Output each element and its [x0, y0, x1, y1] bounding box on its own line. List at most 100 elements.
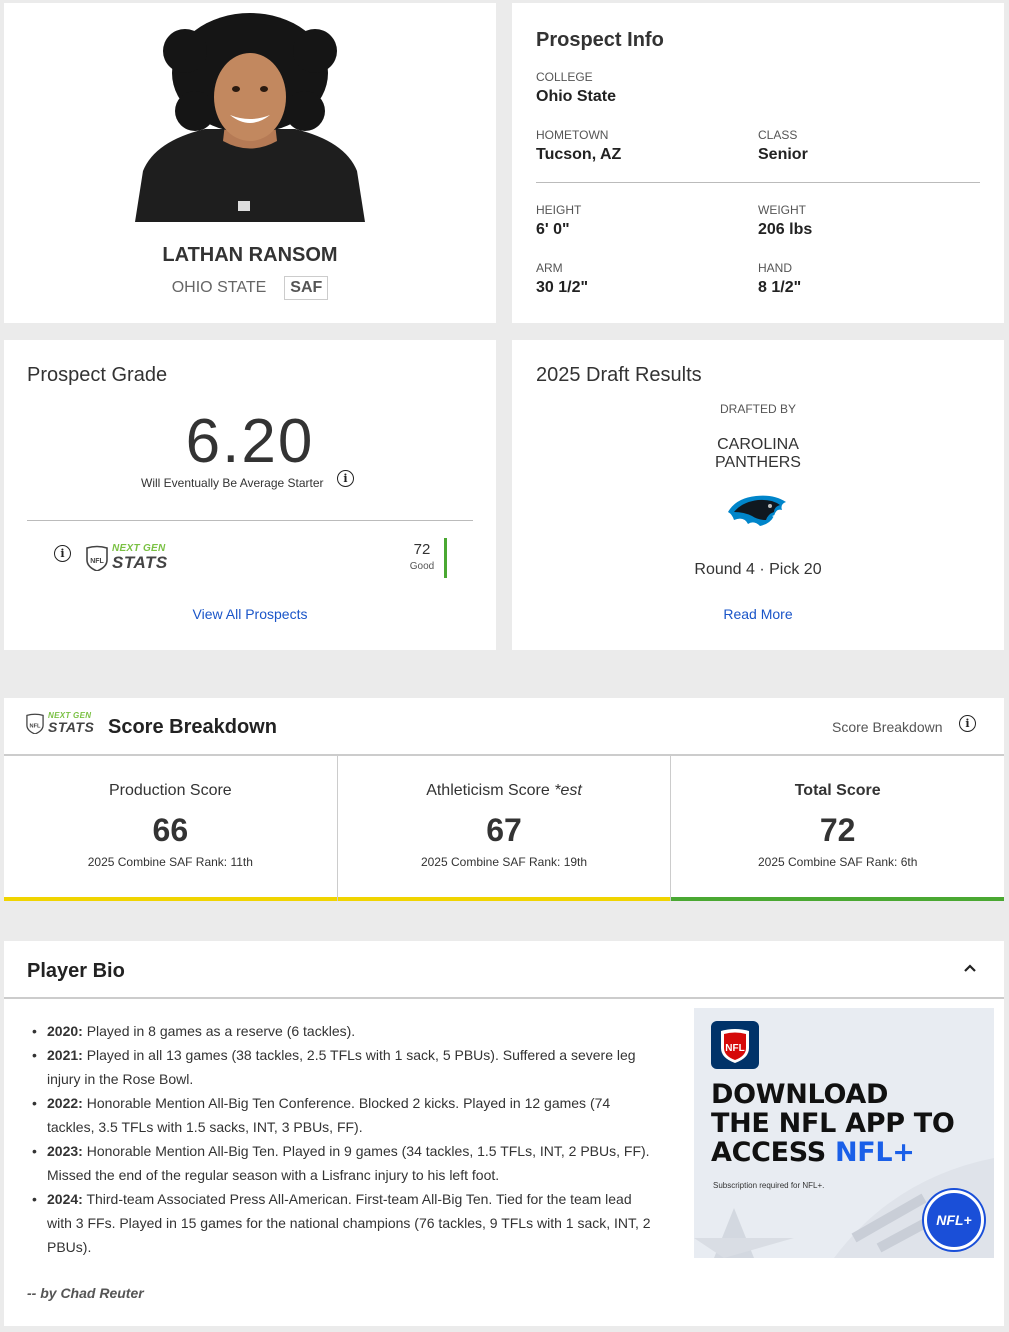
- hometown-value: Tucson, AZ: [536, 146, 622, 163]
- panthers-logo: [726, 490, 788, 535]
- score-value: 72: [819, 812, 856, 848]
- arm-value: 30 1/2": [536, 279, 589, 296]
- class-label: CLASS: [758, 128, 798, 142]
- grade-value: 6.20: [185, 407, 315, 476]
- player-card: LATHAN RANSOM OHIO STATE SAF: [4, 3, 496, 323]
- bio-item: • 2023: Honorable Mention All-Big Ten. Pl…: [32, 1143, 650, 1183]
- arm-label: ARM: [536, 261, 563, 275]
- height-value: 6' 0": [536, 221, 570, 238]
- ad-headline-3: ACCESS: [711, 1137, 835, 1168]
- score-rank: 2025 Combine SAF Rank: 19th: [420, 855, 588, 869]
- grade-divider: [27, 520, 473, 521]
- nfl-plus-badge[interactable]: NFL+: [924, 1190, 984, 1250]
- ad-fine-print: Subscription required for NFL+.: [713, 1181, 825, 1190]
- bio-text: Played in 8 games as a reserve (6 tackle…: [82, 1023, 356, 1039]
- score-value: 67: [486, 812, 522, 848]
- grade-description: Will Eventually Be Average Starter: [141, 476, 324, 490]
- college-label: COLLEGE: [536, 70, 593, 84]
- bio-year: 2024:: [47, 1191, 83, 1207]
- weight-label: WEIGHT: [758, 203, 806, 217]
- score-label: Athleticism Score: [426, 782, 550, 799]
- weight-value: 206 lbs: [758, 221, 813, 238]
- ad-headline-1: DOWNLOAD: [711, 1079, 889, 1110]
- score-breakdown-ngs-logo: NFL NEXT GEN STATS: [26, 712, 94, 734]
- ngs-rating: Good: [409, 561, 435, 572]
- sb-ngs-logo-bottom: STATS: [48, 719, 95, 735]
- ngs-logo-bottom: STATS: [112, 553, 168, 572]
- position-badge: SAF: [284, 276, 329, 300]
- bio-year: 2023:: [47, 1143, 83, 1159]
- prospect-grade-title: Prospect Grade: [27, 364, 168, 386]
- bio-text: Played in all 13 games (38 tackles, 2.5 …: [47, 1047, 636, 1087]
- ngs-score-bar: [444, 538, 447, 578]
- svg-text:NFL: NFL: [30, 723, 42, 729]
- score-bar: [4, 897, 337, 901]
- bio-header-divider: [4, 997, 1004, 999]
- score-column: Athleticism Score *est 67 2025 Combine S…: [337, 756, 672, 901]
- score-value: 66: [152, 812, 189, 848]
- score-label: Total Score: [794, 782, 881, 799]
- ad-headline-2: THE NFL APP TO: [711, 1108, 955, 1139]
- nfl-shield-icon: NFL: [26, 713, 44, 734]
- drafted-by-label: DRAFTED BY: [719, 402, 796, 416]
- draft-results-card: 2025 Draft Results DRAFTED BY CAROLINA P…: [512, 340, 1004, 650]
- info-divider: [536, 182, 980, 183]
- bio-item: • 2022: Honorable Mention All-Big Ten Con…: [32, 1095, 611, 1135]
- score-label-suffix: *est: [554, 782, 582, 799]
- ad-headline-highlight: NFL+: [834, 1137, 915, 1168]
- hand-value: 8 1/2": [758, 279, 802, 296]
- ngs-score: 72: [413, 541, 431, 558]
- score-breakdown-card: NFL NEXT GEN STATS Score Breakdown Score…: [4, 698, 1005, 901]
- bio-list: • 2020: Played in 8 games as a reserve (6…: [32, 1019, 660, 1259]
- bio-item: • 2020: Played in 8 games as a reserve (6…: [32, 1023, 356, 1039]
- bio-item: • 2024: Third-team Associated Press All-A…: [32, 1191, 651, 1255]
- score-breakdown-info-icon[interactable]: i: [959, 715, 976, 732]
- svg-text:NFL: NFL: [90, 558, 104, 565]
- score-rank: 2025 Combine SAF Rank: 11th: [87, 855, 253, 869]
- bio-text: Third-team Associated Press All-American…: [47, 1191, 651, 1255]
- player-meta: OHIO STATE SAF: [4, 276, 496, 300]
- player-bio-title: Player Bio: [27, 960, 125, 982]
- bio-item: • 2021: Played in all 13 games (38 tackle…: [32, 1047, 636, 1087]
- ngs-logo: NFL NEXT GEN STATS: [86, 544, 168, 571]
- prospect-grade-card: Prospect Grade 6.20 Will Eventually Be A…: [4, 340, 496, 650]
- nfl-shield-icon: NFL: [86, 545, 108, 571]
- team-name-line1: CAROLINA: [717, 436, 799, 453]
- bio-year: 2021:: [47, 1047, 83, 1063]
- hand-label: HAND: [758, 261, 793, 275]
- player-school: OHIO STATE: [171, 279, 267, 296]
- height-label: HEIGHT: [536, 203, 582, 217]
- score-rank: 2025 Combine SAF Rank: 6th: [757, 855, 918, 869]
- score-breakdown-right-label: Score Breakdown: [832, 719, 943, 735]
- prospect-info-title: Prospect Info: [536, 29, 664, 51]
- draft-results-title: 2025 Draft Results: [536, 364, 702, 386]
- view-all-prospects-link[interactable]: View All Prospects: [4, 606, 496, 622]
- college-value: Ohio State: [536, 88, 617, 105]
- score-column: Total Score 72 2025 Combine SAF Rank: 6t…: [671, 756, 1005, 901]
- collapse-chevron-icon[interactable]: [963, 963, 977, 973]
- grade-info-icon[interactable]: i: [337, 470, 354, 487]
- bio-text: Honorable Mention All-Big Ten Conference…: [47, 1095, 611, 1135]
- hometown-label: HOMETOWN: [536, 128, 609, 142]
- score-column: Production Score 66 2025 Combine SAF Ran…: [4, 756, 338, 901]
- ngs-info-icon[interactable]: i: [54, 545, 71, 562]
- bio-text: Honorable Mention All-Big Ten. Played in…: [47, 1143, 650, 1183]
- score-columns: Production Score 66 2025 Combine SAF Ran…: [4, 756, 1005, 901]
- score-breakdown-title: Score Breakdown: [108, 716, 277, 738]
- nfl-shield-icon: NFL: [711, 1021, 759, 1069]
- bio-author: -- by Chad Reuter: [27, 1285, 144, 1301]
- score-label: Production Score: [108, 782, 232, 799]
- read-more-link[interactable]: Read More: [512, 606, 1004, 622]
- nfl-app-ad[interactable]: NFL DOWNLOAD THE NFL APP TO ACCESS NFL+ …: [694, 1008, 994, 1258]
- bio-year: 2022:: [47, 1095, 83, 1111]
- bio-year: 2020:: [47, 1023, 83, 1039]
- team-name-line2: PANTHERS: [715, 454, 801, 471]
- player-bio-card: Player Bio • 2020: Played in 8 games as a…: [4, 941, 1004, 1326]
- draft-pick: Round 4 · Pick 20: [694, 561, 822, 578]
- score-bar: [671, 897, 1005, 901]
- svg-text:NFL: NFL: [725, 1043, 744, 1054]
- class-value: Senior: [758, 146, 808, 163]
- nfl-plus-badge-text: NFL+: [936, 1212, 972, 1228]
- score-bar: [337, 897, 671, 901]
- player-name: LATHAN RANSOM: [162, 244, 338, 266]
